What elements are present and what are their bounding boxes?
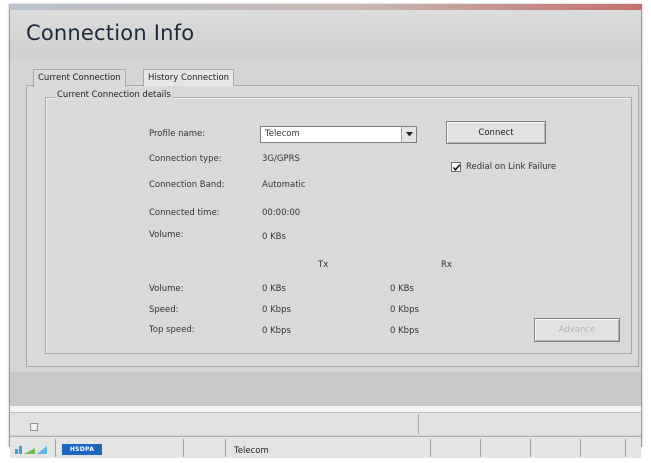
status-taskbar (10, 436, 641, 458)
stats-speed-label: Speed: (149, 305, 179, 315)
taskbar-profile-name: Telecom (234, 446, 269, 456)
taskbar-separator (530, 439, 531, 457)
taskbar-separator (55, 439, 56, 457)
connection-type-label: Connection type: (149, 154, 222, 164)
connection-type-value: 3G/GPRS (262, 154, 300, 164)
network-type-badge: HSDPA (62, 444, 102, 455)
connection-band-value: Automatic (262, 180, 306, 190)
taskbar-separator (225, 439, 226, 457)
profile-name-label: Profile name: (149, 129, 206, 139)
stats-top-speed-tx: 0 Kbps (262, 326, 291, 336)
redial-label: Redial on Link Failure (466, 162, 557, 172)
profile-dropdown-button[interactable] (401, 127, 416, 142)
stats-speed-rx: 0 Kbps (390, 305, 419, 315)
connected-time-value: 00:00:00 (262, 208, 301, 218)
connected-time-label: Connected time: (149, 208, 220, 218)
taskbar-separator (580, 439, 581, 457)
connection-band-label: Connection Band: (149, 180, 225, 190)
stats-top-speed-label: Top speed: (149, 325, 195, 335)
stats-volume-rx: 0 KBs (390, 284, 414, 294)
chevron-down-icon (405, 132, 413, 137)
stats-volume-tx: 0 KBs (262, 284, 286, 294)
profile-select-value: Telecom (265, 129, 300, 139)
tx-header: Tx (318, 260, 329, 270)
volume-value: 0 KBs (262, 232, 286, 242)
volume-label: Volume: (149, 230, 184, 240)
groupbox-label: Current Connection details (55, 90, 173, 100)
rx-header: Rx (441, 260, 452, 270)
status-indicator-box (30, 423, 38, 431)
page-title: Connection Info (26, 21, 195, 45)
status-divider (418, 414, 419, 434)
stats-speed-tx: 0 Kbps (262, 305, 291, 315)
signal-strength-icon (15, 446, 47, 454)
connect-button[interactable]: Connect (446, 121, 546, 144)
taskbar-separator (183, 439, 184, 457)
stats-volume-label: Volume: (149, 284, 184, 294)
status-area (10, 412, 641, 435)
stats-top-speed-rx: 0 Kbps (390, 326, 419, 336)
advance-button[interactable]: Advance (534, 318, 620, 342)
bottom-band (10, 372, 641, 406)
tab-history-connection[interactable]: History Connection (143, 69, 235, 86)
checkmark-icon (452, 164, 461, 171)
taskbar-separator (430, 439, 431, 457)
taskbar-separator (625, 439, 626, 457)
tab-current-connection[interactable]: Current Connection (33, 69, 126, 87)
redial-checkbox[interactable] (451, 162, 461, 172)
taskbar-separator (480, 439, 481, 457)
